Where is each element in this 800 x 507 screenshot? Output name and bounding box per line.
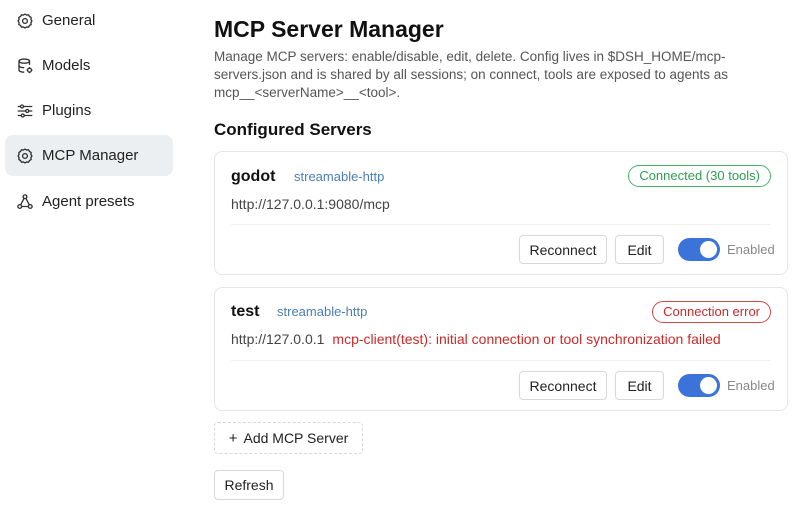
divider: [231, 360, 771, 361]
status-badge: Connected (30 tools): [628, 165, 771, 187]
enabled-label: Enabled: [727, 242, 775, 257]
reconnect-button[interactable]: Reconnect: [519, 235, 607, 264]
reconnect-button[interactable]: Reconnect: [519, 371, 607, 400]
server-url-text: http://127.0.0.1: [231, 331, 325, 347]
sidebar-item-label: Agent presets: [42, 193, 135, 210]
server-url: http://127.0.0.1 mcp-client(test): initia…: [231, 331, 721, 347]
divider: [231, 224, 771, 225]
server-card-godot: godot streamable-http Connected (30 tool…: [214, 151, 788, 275]
server-name: test: [231, 303, 260, 320]
sidebar-item-label: General: [42, 12, 96, 29]
sidebar-item-models[interactable]: Models: [5, 45, 173, 86]
transport-label: streamable-http: [294, 169, 385, 184]
sidebar-item-mcp-manager[interactable]: MCP Manager: [5, 135, 173, 176]
server-card-test: test streamable-http Connection error ht…: [214, 287, 788, 411]
sidebar: General Models Plugins MCP Manager Agent…: [0, 0, 185, 507]
page-description: Manage MCP servers: enable/disable, edit…: [214, 49, 729, 100]
error-message: mcp-client(test): initial connection or …: [332, 331, 721, 347]
add-mcp-server-button[interactable]: + Add MCP Server: [214, 422, 363, 454]
add-mcp-server-label: Add MCP Server: [243, 430, 349, 446]
toggle-knob: [700, 377, 717, 394]
database-icon: [16, 57, 34, 75]
plus-icon: +: [228, 429, 238, 447]
nodes-icon: [16, 193, 34, 211]
toggle-knob: [700, 241, 717, 258]
enabled-toggle[interactable]: [678, 374, 720, 397]
server-url: http://127.0.0.1:9080/mcp: [231, 196, 390, 212]
sidebar-item-plugins[interactable]: Plugins: [5, 90, 173, 131]
status-badge: Connection error: [652, 301, 771, 323]
edit-button[interactable]: Edit: [615, 235, 664, 264]
enabled-toggle[interactable]: [678, 238, 720, 261]
gear-icon: [16, 147, 34, 165]
page-title: MCP Server Manager: [214, 16, 444, 42]
sidebar-item-label: Plugins: [42, 102, 92, 119]
server-url-text: http://127.0.0.1:9080/mcp: [231, 196, 390, 212]
sliders-icon: [16, 102, 34, 120]
sidebar-item-label: Models: [42, 57, 91, 74]
sidebar-item-label: MCP Manager: [42, 147, 139, 164]
transport-label: streamable-http: [277, 304, 368, 319]
enabled-label: Enabled: [727, 378, 775, 393]
refresh-button[interactable]: Refresh: [214, 470, 284, 500]
server-name: godot: [231, 168, 276, 185]
sidebar-item-agent-presets[interactable]: Agent presets: [5, 181, 173, 222]
edit-button[interactable]: Edit: [615, 371, 664, 400]
sidebar-item-general[interactable]: General: [5, 0, 173, 41]
gear-icon: [16, 12, 34, 30]
section-title: Configured Servers: [214, 120, 372, 139]
